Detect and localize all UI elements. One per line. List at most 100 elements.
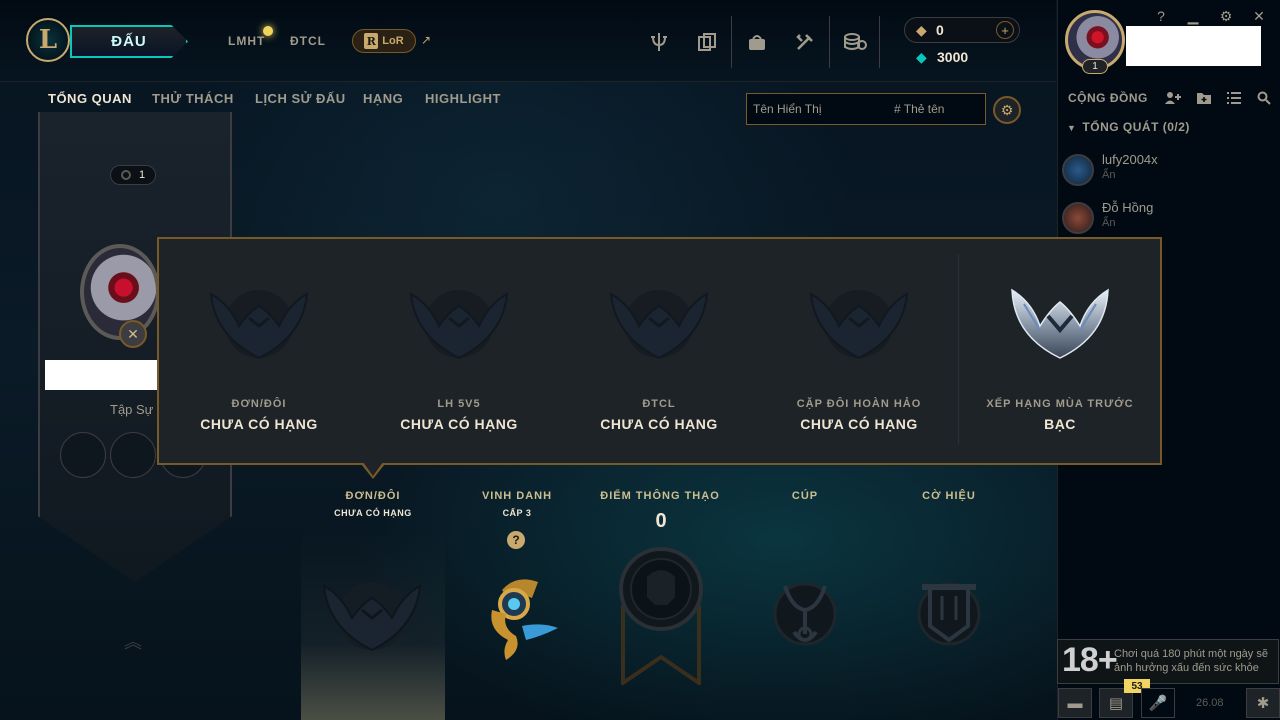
unranked-crest-icon bbox=[609, 290, 709, 360]
tab-match-history[interactable]: LỊCH SỬ ĐẤU bbox=[255, 91, 346, 106]
mastery-value: 0 bbox=[655, 510, 667, 532]
trophy-emblem-icon bbox=[770, 574, 840, 659]
search-icon[interactable] bbox=[1255, 89, 1273, 107]
rank-queue-label: XẾP HẠNG MÙA TRƯỚC bbox=[986, 398, 1134, 410]
store-icon[interactable] bbox=[841, 28, 869, 56]
add-friend-icon[interactable] bbox=[1164, 89, 1182, 107]
settings-icon[interactable]: ⚙ bbox=[1217, 7, 1235, 25]
mastery-label: ĐIỂM THÔNG THẠO bbox=[600, 490, 720, 502]
friend-avatar bbox=[1062, 202, 1094, 234]
blue-essence-value: 3000 bbox=[937, 49, 969, 65]
solo-label: ĐƠN/ĐÔI bbox=[345, 490, 401, 502]
solo-crest-icon bbox=[322, 578, 422, 657]
solo-sub: CHƯA CÓ HẠNG bbox=[334, 508, 412, 518]
chat-icon[interactable]: ▬ bbox=[1058, 688, 1092, 718]
divider bbox=[731, 16, 732, 68]
loot-icon[interactable] bbox=[743, 28, 771, 56]
collection-icon[interactable] bbox=[693, 28, 721, 56]
friend-avatar bbox=[1062, 154, 1094, 186]
external-link-icon: ↗ bbox=[421, 33, 432, 47]
friend-group-header[interactable]: ▼ TỔNG QUÁT (0/2) bbox=[1067, 120, 1190, 134]
rank-card-double-up[interactable]: CẶP ĐÔI HOÀN HẢO CHƯA CÓ HẠNG bbox=[759, 238, 959, 460]
friend-name: lufy2004x bbox=[1102, 152, 1158, 167]
rank-card-flex[interactable]: LH 5V5 CHƯA CÓ HẠNG bbox=[359, 238, 559, 460]
level-ring-icon bbox=[120, 170, 131, 180]
honor-sub: CẤP 3 bbox=[502, 508, 532, 518]
friend-name: Đỗ Hồng bbox=[1102, 200, 1154, 215]
lor-logo-icon: R bbox=[364, 33, 379, 49]
honor-label: VINH DANH bbox=[481, 490, 553, 502]
rank-tier-label: CHƯA CÓ HẠNG bbox=[200, 416, 318, 432]
bug-report-icon[interactable]: ✱ bbox=[1246, 688, 1280, 718]
chevron-up-icon[interactable]: ︽ bbox=[124, 628, 142, 654]
rp-value: 0 bbox=[936, 22, 944, 38]
rank-tier-label: CHƯA CÓ HẠNG bbox=[400, 416, 518, 432]
tab-overview[interactable]: TỔNG QUAN bbox=[48, 91, 132, 106]
profile-icon[interactable] bbox=[80, 244, 160, 340]
banner-emblem-icon bbox=[914, 576, 984, 657]
tag-input[interactable]: # Thẻ tên bbox=[894, 102, 944, 116]
banner-level-pill: 1 bbox=[110, 165, 156, 185]
banner-level: 1 bbox=[138, 169, 146, 181]
buy-rp-button[interactable]: + bbox=[996, 21, 1014, 39]
health-warning-text: Chơi quá 180 phút một ngày sẽ ảnh hưởng … bbox=[1114, 648, 1268, 674]
list-view-icon[interactable] bbox=[1225, 89, 1243, 107]
rank-tier-label: CHƯA CÓ HẠNG bbox=[600, 416, 718, 432]
rp-icon: ◆ bbox=[916, 22, 927, 38]
friend-status: Ẩn bbox=[1102, 169, 1116, 181]
play-button[interactable]: ĐẤU bbox=[70, 25, 188, 58]
version-label: 26.08 bbox=[1196, 697, 1224, 709]
friend-group-label: TỔNG QUÁT (0/2) bbox=[1082, 120, 1190, 134]
league-logo-icon[interactable]: L bbox=[26, 18, 70, 62]
social-title: CỘNG ĐỒNG bbox=[1068, 91, 1148, 105]
age-rating-badge: 18+ bbox=[1062, 641, 1118, 679]
token-slot[interactable] bbox=[60, 432, 106, 478]
honor-emblem-icon bbox=[472, 570, 564, 669]
friend-item[interactable]: lufy2004x Ẩn bbox=[1062, 152, 1252, 192]
blue-essence-icon: ◆ bbox=[916, 49, 927, 65]
crafting-icon[interactable] bbox=[791, 28, 819, 56]
trophy-label: CÚP bbox=[791, 490, 819, 502]
tab-ranked[interactable]: HẠNG bbox=[363, 91, 403, 106]
notification-dot bbox=[263, 26, 273, 36]
mastery-crest-icon bbox=[617, 545, 705, 690]
help-icon[interactable]: ? bbox=[1152, 7, 1170, 25]
crest-icon: ✕ bbox=[119, 320, 147, 348]
chevron-down-icon: ▼ bbox=[1067, 123, 1077, 133]
minimize-icon[interactable]: ▁ bbox=[1184, 7, 1202, 25]
rank-card-tft[interactable]: ĐTCL CHƯA CÓ HẠNG bbox=[559, 238, 759, 460]
rank-card-solo[interactable]: ĐƠN/ĐÔI CHƯA CÓ HẠNG bbox=[159, 238, 359, 460]
honor-help-icon[interactable]: ? bbox=[507, 531, 525, 549]
rank-tier-label: BẠC bbox=[1044, 416, 1076, 432]
friend-item[interactable]: Đỗ Hồng Ẩn bbox=[1062, 200, 1252, 240]
rank-queue-label: ĐTCL bbox=[642, 398, 676, 410]
silver-crest-icon bbox=[1011, 288, 1109, 359]
rank-title: Tập Sự bbox=[110, 402, 154, 417]
divider bbox=[829, 16, 830, 68]
avatar-level-badge: 1 bbox=[1082, 59, 1108, 74]
display-name-input[interactable]: Tên Hiển Thị bbox=[753, 102, 821, 116]
rank-card-previous-season[interactable]: XẾP HẠNG MÙA TRƯỚC BẠC bbox=[960, 238, 1160, 460]
friend-status: Ẩn bbox=[1102, 217, 1116, 229]
search-submit-icon[interactable]: ⚙ bbox=[993, 96, 1021, 124]
microphone-icon[interactable]: 🎤 bbox=[1141, 688, 1175, 718]
rank-queue-label: LH 5V5 bbox=[437, 398, 481, 410]
summoner-name-redacted bbox=[1126, 26, 1261, 66]
unranked-crest-icon bbox=[409, 290, 509, 360]
tab-highlight[interactable]: HIGHLIGHT bbox=[425, 91, 501, 106]
divider bbox=[879, 16, 880, 68]
nav-dtcl[interactable]: ĐTCL bbox=[290, 34, 326, 48]
close-icon[interactable]: ✕ bbox=[1250, 7, 1268, 25]
token-slot[interactable] bbox=[110, 432, 156, 478]
unranked-crest-icon bbox=[809, 290, 909, 360]
tab-challenges[interactable]: THỬ THÁCH bbox=[152, 91, 234, 106]
add-folder-icon[interactable] bbox=[1195, 89, 1213, 107]
nav-lmht[interactable]: LMHT bbox=[228, 34, 265, 48]
rank-queue-label: ĐƠN/ĐÔI bbox=[231, 398, 287, 410]
unranked-crest-icon bbox=[209, 290, 309, 360]
trophy-icon[interactable] bbox=[645, 28, 673, 56]
lor-label: LoR bbox=[382, 35, 404, 47]
rank-queue-label: CẶP ĐÔI HOÀN HẢO bbox=[796, 398, 922, 410]
banner-label: CỜ HIỆU bbox=[922, 490, 976, 502]
lor-button[interactable]: R LoR bbox=[352, 29, 416, 53]
